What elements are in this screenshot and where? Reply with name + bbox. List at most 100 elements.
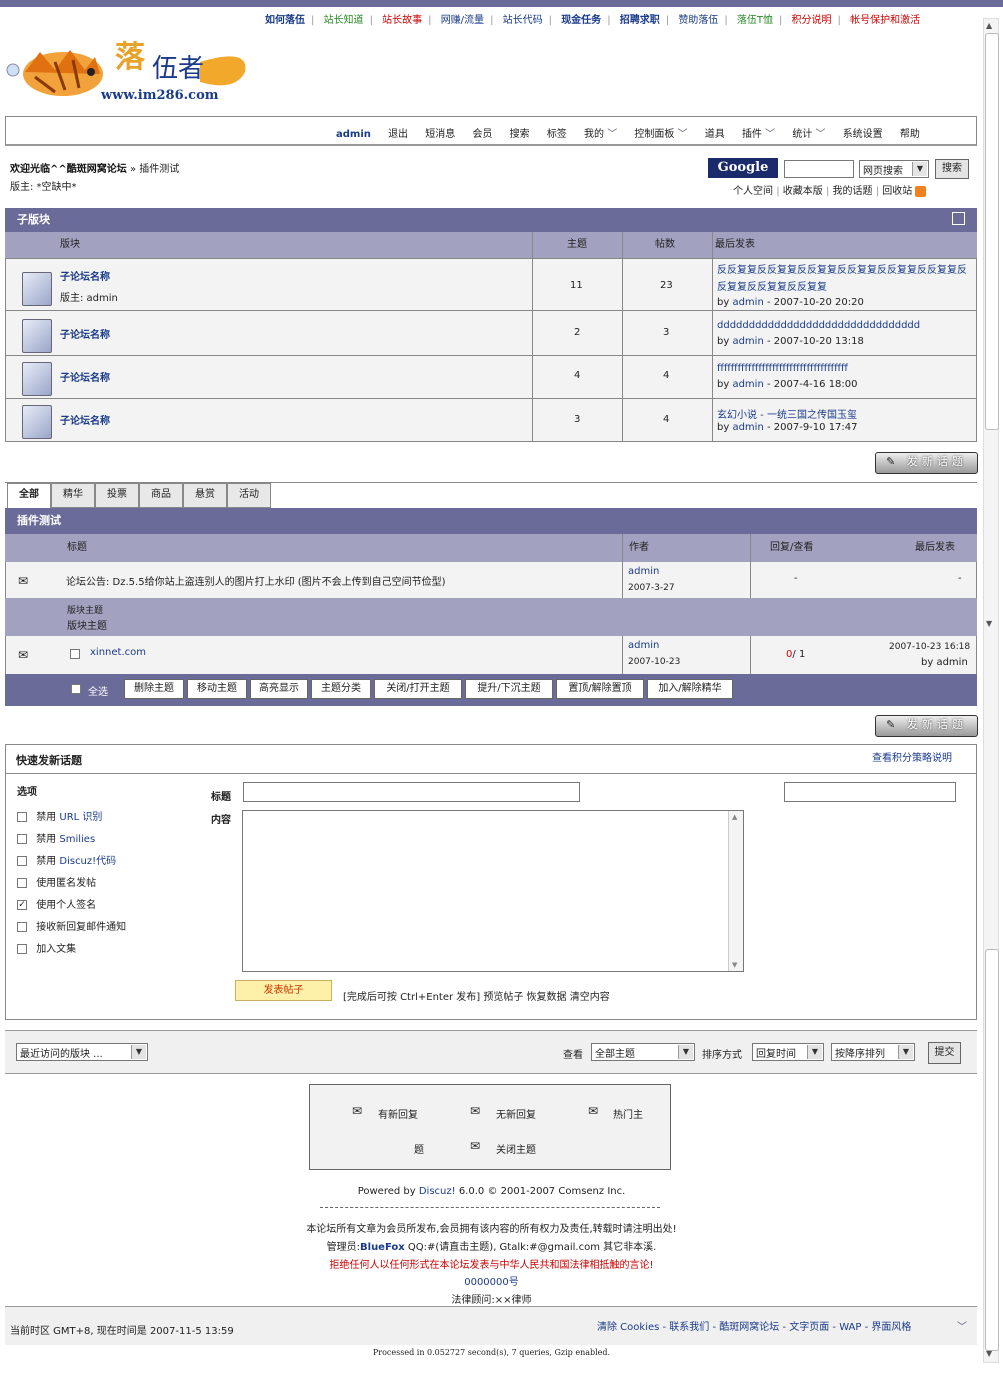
nav-item-my[interactable]: 我的 ﹀ [584, 129, 617, 140]
option-checkbox[interactable] [17, 812, 27, 822]
last-author-link[interactable]: admin [732, 336, 763, 347]
breadcrumb-home[interactable]: 欢迎光临^^酷斑网窝论坛 [10, 164, 127, 175]
icp-link[interactable]: 0000000号 [0, 1273, 983, 1288]
recent-forums-select[interactable]: 最近访问的版块 ... ▼ [16, 1043, 148, 1061]
top-link[interactable]: 如何落伍 [265, 15, 305, 26]
bump-button[interactable]: 提升/下沉主题 [465, 679, 553, 699]
nav-item-tools[interactable]: 道具 [705, 129, 725, 140]
policy-link[interactable]: 查看积分策略说明 [872, 749, 952, 764]
subforum-last-title[interactable]: 反反复复反反复复反反复复反反复复反反复复反反复复反反复复反反复复反反复复 [717, 262, 967, 296]
view-select[interactable]: 全部主题 ▼ [591, 1043, 695, 1061]
rss-icon[interactable] [915, 185, 927, 197]
option-checkbox-checked[interactable]: ✓ [17, 900, 27, 910]
option-checkbox[interactable] [17, 856, 27, 866]
scroll-up-arrow-icon[interactable]: ▲ [732, 813, 737, 821]
subforum-last-title[interactable]: dddddddddddddddddddddddddddddddd [717, 320, 920, 331]
thread-title[interactable]: xinnet.com [90, 647, 146, 658]
tab-trade[interactable]: 商品 [139, 483, 183, 508]
tab-digest[interactable]: 精华 [51, 483, 95, 508]
scroll-thumb-lower[interactable] [985, 949, 999, 1351]
collapse-icon[interactable] [952, 212, 965, 225]
close-open-button[interactable]: 关闭/打开主题 [374, 679, 462, 699]
thread-last-time[interactable]: 2007-10-23 16:18 [889, 642, 970, 652]
classify-button[interactable]: 主题分类 [311, 679, 371, 699]
last-author-link[interactable]: admin [732, 422, 763, 433]
search-input[interactable] [784, 160, 854, 178]
tab-reward[interactable]: 悬赏 [183, 483, 227, 508]
option-item[interactable]: 禁用 URL 识别 [17, 808, 102, 823]
scroll-thumb[interactable] [985, 33, 999, 430]
scroll-mid-arrow-icon[interactable]: ▼ [986, 619, 992, 628]
top-link[interactable]: 现金任务 [561, 15, 601, 26]
top-link[interactable]: 帐号保护和激活 [850, 15, 920, 26]
top-link[interactable]: 招聘求职 [620, 15, 660, 26]
subforum-name[interactable]: 子论坛名称 [60, 412, 110, 427]
filter-submit-button[interactable]: 提交 [928, 1042, 961, 1064]
notice-author[interactable]: admin [628, 566, 659, 577]
subforum-last-title[interactable]: 玄幻小说 - 一统三国之传国玉玺 [717, 406, 857, 421]
discuz-link[interactable]: Discuz! [419, 1186, 456, 1197]
option-item[interactable]: 使用匿名发帖 [17, 874, 96, 889]
nav-item-help[interactable]: 帮助 [900, 129, 920, 140]
digest-button[interactable]: 加入/解除精华 [647, 679, 733, 699]
link-my-topics[interactable]: 我的话题 [833, 186, 873, 197]
new-topic-button[interactable]: ✎ 发新话题 [875, 452, 978, 474]
option-checkbox[interactable] [17, 878, 27, 888]
sort-select[interactable]: 回复时间 ▼ [752, 1043, 824, 1061]
nav-item-stats[interactable]: 统计 ﹀ [792, 129, 825, 140]
highlight-button[interactable]: 高亮显示 [250, 679, 308, 699]
thread-author[interactable]: admin [628, 640, 659, 651]
nav-item-pm[interactable]: 短消息 [425, 129, 455, 140]
link-recycle[interactable]: 回收站 [882, 186, 912, 197]
tab-poll[interactable]: 投票 [95, 483, 139, 508]
nav-item-search[interactable]: 搜索 [510, 129, 530, 140]
option-item[interactable]: 禁用 Smilies [17, 830, 95, 845]
submit-post-button[interactable]: 发表帖子 [235, 980, 332, 1001]
top-link[interactable]: 落伍T恤 [737, 15, 773, 26]
top-link[interactable]: 站长知道 [324, 15, 364, 26]
delete-topic-button[interactable]: 删除主题 [124, 679, 184, 699]
admin-link[interactable]: BlueFox [360, 1242, 405, 1253]
tab-all[interactable]: 全部 [7, 483, 51, 508]
nav-item-settings[interactable]: 系统设置 [843, 129, 883, 140]
vertical-scrollbar[interactable]: ▲ ▼ ▼ [983, 18, 999, 1363]
nav-item-plugins[interactable]: 插件 ﹀ [742, 129, 775, 140]
footer-links[interactable]: 清除 Cookies - 联系我们 - 酷斑网窝论坛 - 文字页面 - WAP … [597, 1318, 911, 1333]
nav-item-logout[interactable]: 退出 [388, 129, 408, 140]
subforum-name[interactable]: 子论坛名称 [60, 369, 110, 384]
select-all-checkbox[interactable] [71, 684, 81, 694]
last-author-link[interactable]: admin [732, 297, 763, 308]
extra-input[interactable] [784, 782, 956, 802]
thread-checkbox[interactable] [70, 649, 80, 659]
search-button[interactable]: 搜索 [935, 159, 969, 179]
top-link[interactable]: 站长代码 [503, 15, 543, 26]
option-checkbox[interactable] [17, 834, 27, 844]
link-favorite[interactable]: 收藏本版 [783, 186, 823, 197]
scroll-up-arrow-icon[interactable]: ▲ [986, 21, 992, 30]
subforum-name[interactable]: 子论坛名称 [60, 268, 110, 283]
option-item[interactable]: ✓ 使用个人签名 [17, 896, 96, 911]
thread-last-by[interactable]: by admin [921, 657, 968, 668]
top-link[interactable]: 网赚/流量 [441, 15, 484, 26]
option-checkbox[interactable] [17, 944, 27, 954]
search-type-select[interactable]: 网页搜索 ▼ [859, 160, 929, 178]
notice-title[interactable]: 论坛公告: Dz.5.5给你站上盗连别人的图片打上水印 (图片不会上传到自己空间… [66, 573, 446, 588]
option-checkbox[interactable] [17, 922, 27, 932]
option-item[interactable]: 接收新回复邮件通知 [17, 918, 126, 933]
tab-activity[interactable]: 活动 [227, 483, 271, 508]
chevron-down-icon[interactable]: ﹀ [957, 1318, 967, 1333]
nav-item-tags[interactable]: 标签 [547, 129, 567, 140]
subject-input[interactable] [243, 782, 580, 802]
option-item[interactable]: 加入文集 [17, 940, 76, 955]
order-select[interactable]: 按降序排列 ▼ [831, 1043, 915, 1061]
new-topic-button[interactable]: ✎ 发新话题 [875, 715, 978, 737]
top-link[interactable]: 赞助落伍 [678, 15, 718, 26]
last-author-link[interactable]: admin [732, 379, 763, 390]
scroll-down-arrow-icon[interactable]: ▼ [732, 961, 737, 969]
subforum-last-title[interactable]: ffffffffffffffffffffffffffffffffffffff [717, 363, 848, 374]
top-link[interactable]: 积分说明 [792, 15, 832, 26]
textarea-scrollbar[interactable]: ▲ ▼ [728, 811, 743, 971]
nav-item-members[interactable]: 会员 [472, 129, 492, 140]
top-link[interactable]: 站长故事 [382, 15, 422, 26]
sticky-button[interactable]: 置顶/解除置顶 [556, 679, 644, 699]
